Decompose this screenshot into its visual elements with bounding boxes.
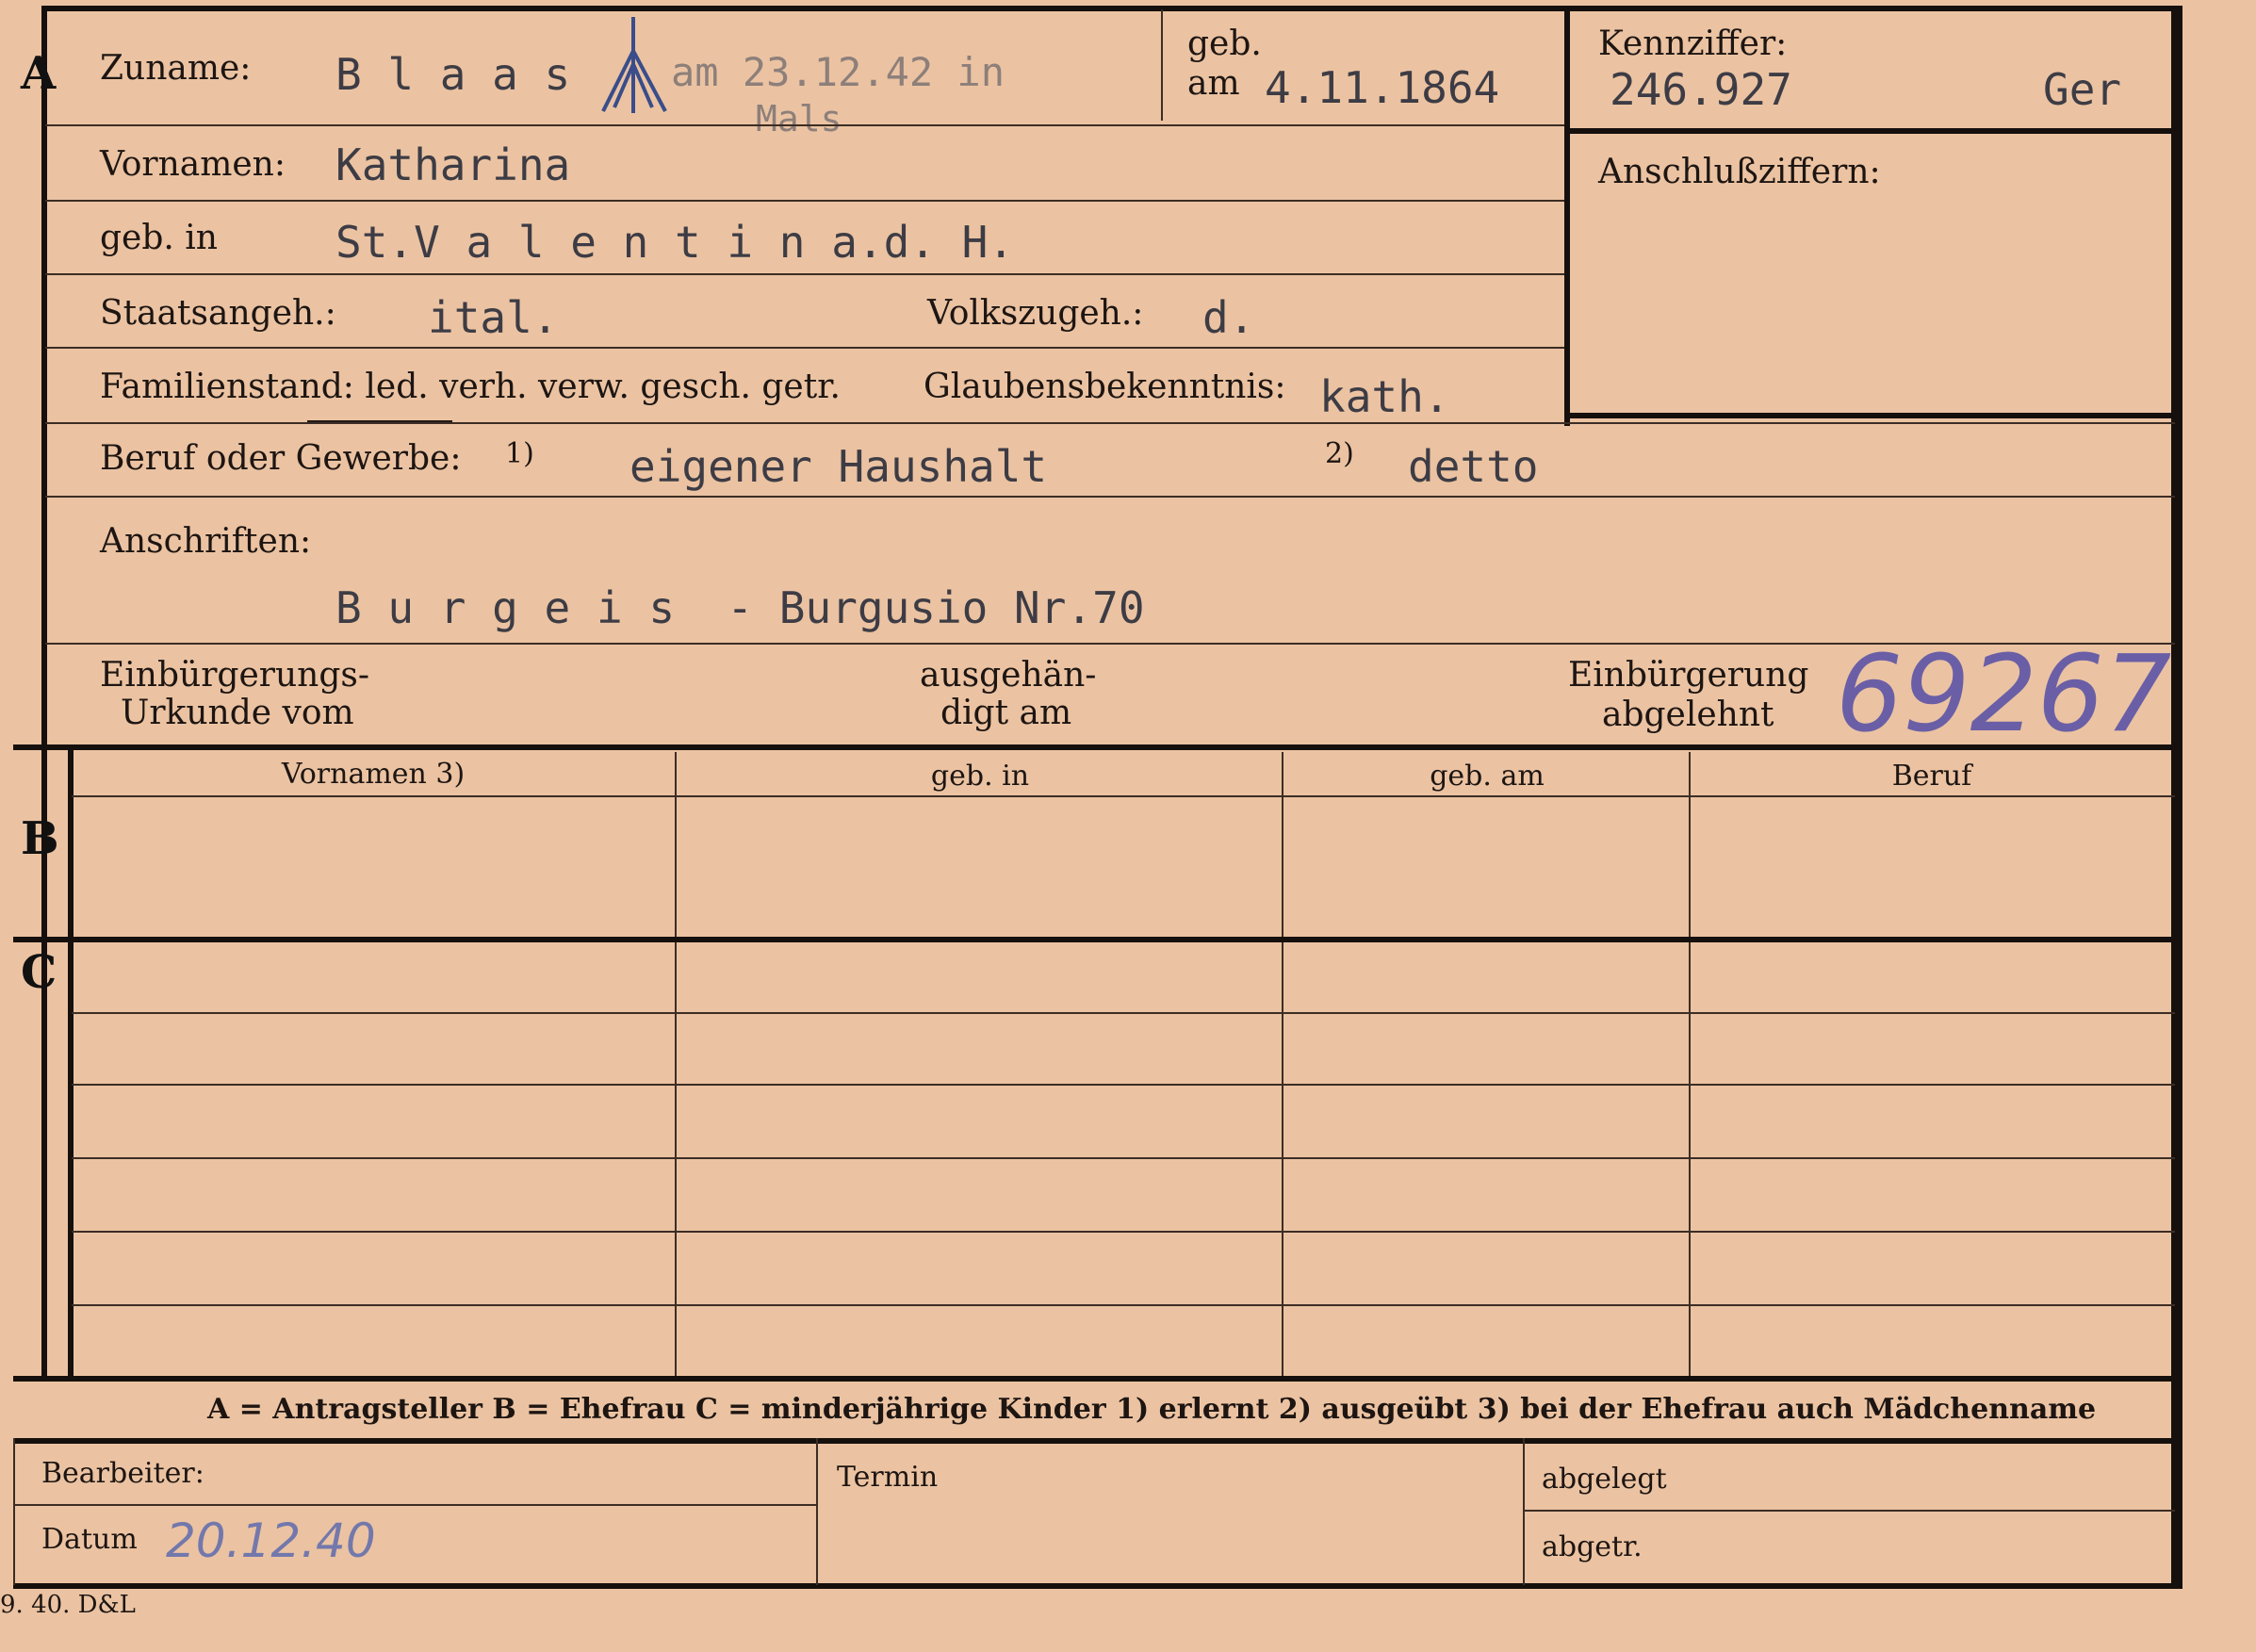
line-row6 — [45, 496, 2175, 498]
footer-left-border — [13, 1438, 15, 1585]
label-abgelehnt-1: Einbürgerung — [1568, 656, 1809, 695]
registration-card: A B C Zuname: B l a a s am 23.12.42 in M… — [0, 0, 2256, 1652]
footer-divider-1 — [816, 1438, 818, 1585]
label-ausgehaendigt-1: ausgehän- — [920, 656, 1097, 695]
line-row2 — [45, 200, 1564, 202]
line-section-c-top — [13, 937, 2175, 942]
divider-geb-am — [1161, 9, 1163, 121]
value-zuname: B l a a s — [335, 49, 571, 100]
header-geb-am: geb. am — [1430, 760, 1545, 793]
table-row-line-1 — [72, 1012, 2175, 1014]
line-table-header — [72, 795, 2175, 797]
label-beruf: Beruf oder Gewerbe: — [100, 439, 462, 478]
label-vornamen: Vornamen: — [100, 145, 286, 184]
label-anschriften: Anschriften: — [100, 522, 312, 561]
line-section-b-top — [13, 744, 2175, 750]
col-divider-2 — [1282, 752, 1283, 1376]
frame-bottom — [13, 1583, 2182, 1589]
label-bearbeiter: Bearbeiter: — [41, 1457, 204, 1490]
value-kennziffer: 246.927 — [1610, 64, 1792, 115]
table-row-line-2 — [72, 1084, 2175, 1086]
print-code: 9. 40. D&L — [0, 1591, 136, 1619]
line-row3 — [45, 273, 1564, 275]
section-b-letter: B — [21, 812, 59, 865]
table-row-line-5 — [72, 1304, 2175, 1306]
label-kennziffer: Kennziffer: — [1598, 25, 1788, 63]
label-zuname: Zuname: — [100, 49, 252, 88]
label-familienstand: Familienstand: led. verh. verw. gesch. g… — [100, 368, 841, 406]
value-geb-in: St.V a l e n t i n a.d. H. — [335, 217, 1015, 268]
value-beruf-ausgeuebt: detto — [1408, 441, 1539, 492]
line-legend-bottom — [13, 1438, 2175, 1444]
line-row5 — [45, 422, 2175, 424]
label-geb-am-top: geb. — [1187, 25, 1262, 63]
label-geb-in: geb. in — [100, 219, 218, 257]
line-row4 — [45, 347, 1564, 349]
death-note-line2: Mals — [756, 98, 842, 139]
label-volkszugeh: Volkszugeh.: — [927, 294, 1144, 333]
kennziffer-box-left — [1564, 6, 1570, 426]
line-row1 — [45, 124, 1564, 126]
label-staatsangeh: Staatsangeh.: — [100, 294, 336, 333]
line-abgelegt — [1523, 1510, 2175, 1512]
line-bearbeiter — [13, 1504, 816, 1506]
death-cross-mark-icon — [601, 17, 667, 113]
value-volkszugeh: d. — [1202, 292, 1255, 343]
table-row-line-3 — [72, 1157, 2175, 1159]
beruf-note-1: 1) — [505, 437, 534, 470]
section-a-letter: A — [21, 47, 57, 100]
col-divider-3 — [1689, 752, 1691, 1376]
label-datum: Datum — [41, 1523, 138, 1556]
label-abgetr: abgetr. — [1542, 1530, 1643, 1563]
label-geb-am-bottom: am — [1187, 64, 1240, 103]
label-einbuergerungs-1: Einbürgerungs- — [100, 656, 370, 695]
line-legend-top — [13, 1376, 2175, 1382]
frame-left-inner — [41, 6, 47, 1376]
label-abgelegt: abgelegt — [1542, 1463, 1667, 1496]
frame-right — [2171, 6, 2182, 1589]
section-c-letter: C — [21, 946, 57, 999]
value-kennziffer-suffix: Ger — [2043, 64, 2122, 115]
handwritten-number: 69267 — [1836, 633, 2172, 756]
beruf-note-2: 2) — [1325, 437, 1354, 470]
label-einbuergerungs-2: Urkunde vom — [121, 694, 354, 732]
header-vornamen: Vornamen 3) — [281, 758, 466, 791]
death-note-line1: am 23.12.42 in — [671, 49, 1005, 95]
value-beruf-erlernt: eigener Haushalt — [629, 441, 1048, 492]
frame-top — [45, 6, 2182, 11]
col-divider-1 — [675, 752, 677, 1376]
header-geb-in: geb. in — [930, 760, 1030, 793]
kennziffer-box-bottom — [1568, 413, 2175, 418]
value-datum: 20.12.40 — [166, 1513, 376, 1568]
legend: A = Antragsteller B = Ehefrau C = minder… — [207, 1393, 2097, 1426]
label-termin: Termin — [837, 1461, 939, 1494]
label-ausgehaendigt-2: digt am — [940, 694, 1072, 732]
value-vornamen: Katharina — [335, 139, 571, 190]
table-row-line-4 — [72, 1231, 2175, 1233]
label-anschlussziffern: Anschlußziffern: — [1598, 153, 1881, 191]
kennziffer-box-divider — [1568, 128, 2175, 134]
label-abgelehnt-2: abgelehnt — [1602, 695, 1774, 734]
header-beruf: Beruf — [1891, 760, 1972, 793]
table-left-border — [68, 744, 74, 1376]
label-glaubensbekenntnis: Glaubensbekenntnis: — [924, 368, 1286, 406]
value-staatsangeh: ital. — [428, 292, 559, 343]
value-glaubensbekenntnis: kath. — [1319, 371, 1450, 422]
value-anschrift: B u r g e i s - Burgusio Nr.70 — [335, 582, 1145, 633]
footer-divider-2 — [1523, 1438, 1525, 1585]
value-geb-am: 4.11.1864 — [1265, 62, 1500, 113]
